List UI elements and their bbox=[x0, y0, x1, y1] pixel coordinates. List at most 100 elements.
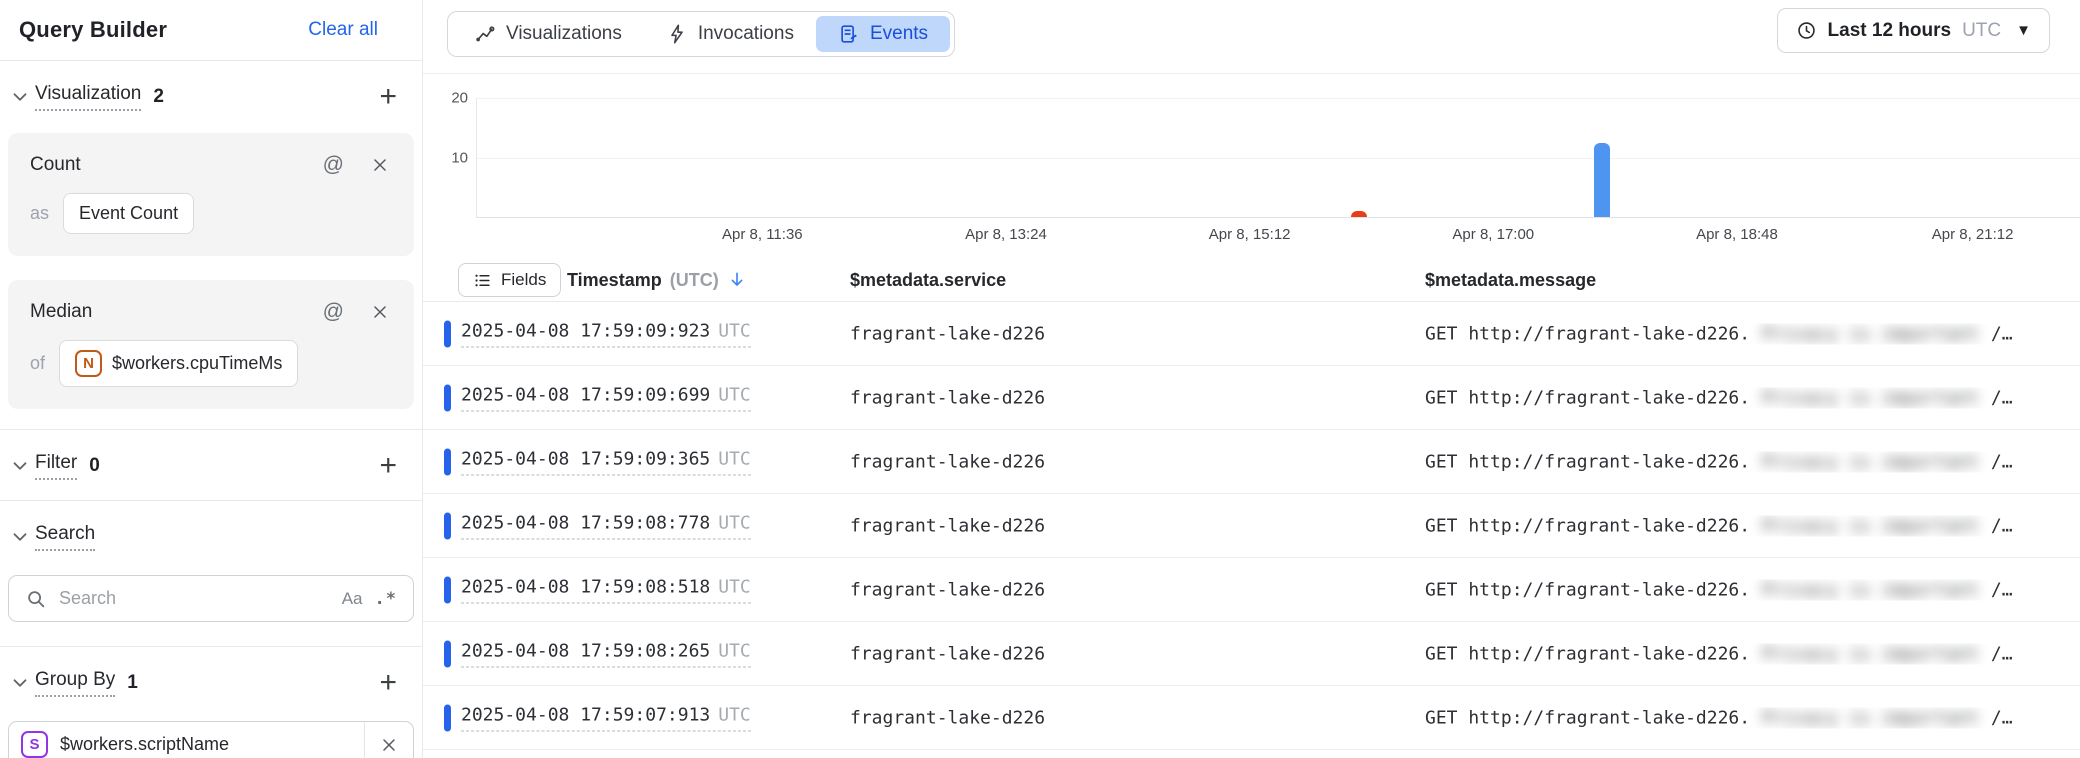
group-by-row: S $workers.scriptName bbox=[0, 721, 422, 758]
column-header-timestamp[interactable]: Timestamp (UTC) bbox=[567, 270, 747, 291]
gridline bbox=[477, 158, 2080, 159]
x-axis-tick: Apr 8, 21:12 bbox=[1932, 226, 2014, 243]
x-axis-tick: Apr 8, 15:12 bbox=[1209, 226, 1291, 243]
remove-visualization-icon[interactable] bbox=[370, 155, 390, 175]
tab-label: Invocations bbox=[698, 23, 794, 45]
timestamp-cell[interactable]: 2025-04-08 17:59:07:913UTC bbox=[461, 704, 751, 731]
alias-icon[interactable]: @ bbox=[323, 153, 344, 177]
match-case-icon[interactable]: Aa bbox=[342, 589, 363, 609]
regex-icon[interactable]: .* bbox=[375, 589, 397, 609]
message-cell: GET http://fragrant-lake-d226.Privacy is… bbox=[1425, 515, 2064, 536]
table-row[interactable]: 2025-04-08 17:59:09:365UTC fragrant-lake… bbox=[423, 430, 2080, 494]
message-cell: GET http://fragrant-lake-d226.Privacy is… bbox=[1425, 643, 2064, 664]
visualization-card-title: Median bbox=[30, 301, 92, 323]
row-marker bbox=[444, 448, 451, 475]
visualization-card-median: Median @ of N $workers.cpuTimeMs bbox=[8, 280, 414, 409]
filter-section-label[interactable]: Filter bbox=[35, 452, 77, 480]
redacted-text: Privacy is important bbox=[1762, 515, 1979, 536]
filter-count: 0 bbox=[89, 455, 100, 477]
search-input[interactable] bbox=[59, 588, 330, 609]
chevron-down-icon[interactable] bbox=[9, 86, 31, 108]
chevron-down-icon[interactable] bbox=[9, 455, 31, 477]
remove-group-by-button[interactable] bbox=[364, 722, 413, 758]
tab-invocations[interactable]: Invocations bbox=[644, 16, 816, 52]
field-value-box[interactable]: N $workers.cpuTimeMs bbox=[59, 340, 298, 387]
table-row[interactable]: 2025-04-08 17:59:08:265UTC fragrant-lake… bbox=[423, 622, 2080, 686]
visualization-count: 2 bbox=[153, 86, 164, 108]
caret-down-icon: ▼ bbox=[2016, 22, 2031, 39]
string-type-icon: S bbox=[21, 731, 48, 758]
number-type-icon: N bbox=[75, 350, 102, 377]
fields-button-label: Fields bbox=[501, 270, 546, 290]
redacted-text: Privacy is important bbox=[1762, 323, 1979, 344]
alias-value-box[interactable]: Event Count bbox=[63, 193, 194, 234]
redacted-text: Privacy is important bbox=[1762, 643, 1979, 664]
column-header-service[interactable]: $metadata.service bbox=[850, 270, 1006, 291]
alias-icon[interactable]: @ bbox=[323, 300, 344, 324]
row-marker bbox=[444, 512, 451, 539]
service-cell: fragrant-lake-d226 bbox=[850, 579, 1045, 600]
message-cell: GET http://fragrant-lake-d226.Privacy is… bbox=[1425, 579, 2064, 600]
timestamp-cell[interactable]: 2025-04-08 17:59:09:923UTC bbox=[461, 320, 751, 347]
visualization-section-label[interactable]: Visualization bbox=[35, 83, 141, 111]
tab-label: Visualizations bbox=[506, 23, 622, 45]
search-icon bbox=[25, 588, 47, 610]
error-events-bar[interactable] bbox=[1351, 211, 1367, 217]
message-cell: GET http://fragrant-lake-d226.Privacy is… bbox=[1425, 451, 2064, 472]
table-row[interactable]: 2025-04-08 17:59:09:923UTC fragrant-lake… bbox=[423, 302, 2080, 366]
service-cell: fragrant-lake-d226 bbox=[850, 323, 1045, 344]
observability-app: Query Builder Clear all Visualization 2 … bbox=[0, 0, 2080, 758]
group-by-chip[interactable]: S $workers.scriptName bbox=[8, 721, 414, 758]
events-histogram: 2010Apr 8, 11:36Apr 8, 13:24Apr 8, 15:12… bbox=[423, 74, 2080, 259]
time-range-value: Last 12 hours bbox=[1828, 20, 1952, 42]
redacted-text: Privacy is important bbox=[1762, 451, 1979, 472]
x-axis-tick: Apr 8, 17:00 bbox=[1452, 226, 1534, 243]
x-axis-tick: Apr 8, 13:24 bbox=[965, 226, 1047, 243]
tab-events[interactable]: Events bbox=[816, 16, 950, 52]
chart-plot[interactable]: 2010Apr 8, 11:36Apr 8, 13:24Apr 8, 15:12… bbox=[476, 98, 2080, 218]
table-row[interactable]: 2025-04-08 17:59:07:913UTC fragrant-lake… bbox=[423, 686, 2080, 750]
fields-button[interactable]: Fields bbox=[458, 263, 561, 297]
table-row[interactable]: 2025-04-08 17:59:09:699UTC fragrant-lake… bbox=[423, 366, 2080, 430]
ok-events-bar[interactable] bbox=[1594, 143, 1610, 217]
timestamp-cell[interactable]: 2025-04-08 17:59:09:365UTC bbox=[461, 448, 751, 475]
group-by-section-label[interactable]: Group By bbox=[35, 669, 115, 697]
tab-visualizations[interactable]: Visualizations bbox=[452, 16, 644, 52]
table-row[interactable]: 2025-04-08 17:59:08:778UTC fragrant-lake… bbox=[423, 494, 2080, 558]
results-panel: Visualizations Invocations Events Last 1… bbox=[423, 0, 2080, 758]
service-cell: fragrant-lake-d226 bbox=[850, 515, 1045, 536]
message-cell: GET http://fragrant-lake-d226.Privacy is… bbox=[1425, 707, 2064, 728]
search-box: Aa .* bbox=[8, 575, 414, 622]
time-range-dropdown[interactable]: Last 12 hours UTC ▼ bbox=[1777, 8, 2050, 53]
timestamp-cell[interactable]: 2025-04-08 17:59:08:518UTC bbox=[461, 576, 751, 603]
timestamp-cell[interactable]: 2025-04-08 17:59:08:265UTC bbox=[461, 640, 751, 667]
service-cell: fragrant-lake-d226 bbox=[850, 387, 1045, 408]
search-section-label[interactable]: Search bbox=[35, 523, 95, 551]
search-section-header: Search bbox=[0, 501, 422, 559]
page-title: Query Builder bbox=[19, 17, 167, 43]
remove-visualization-icon[interactable] bbox=[370, 302, 390, 322]
chevron-down-icon[interactable] bbox=[9, 526, 31, 548]
group-by-count: 1 bbox=[127, 672, 138, 694]
y-axis-tick: 10 bbox=[424, 149, 468, 166]
filter-section-header: Filter 0 + bbox=[0, 430, 422, 501]
tab-label: Events bbox=[870, 23, 928, 45]
sidebar-header: Query Builder Clear all bbox=[0, 0, 422, 61]
row-marker bbox=[444, 384, 451, 411]
chevron-down-icon[interactable] bbox=[9, 672, 31, 694]
table-row[interactable]: 2025-04-08 17:59:08:518UTC fragrant-lake… bbox=[423, 558, 2080, 622]
timestamp-cell[interactable]: 2025-04-08 17:59:08:778UTC bbox=[461, 512, 751, 539]
group-by-field: $workers.scriptName bbox=[60, 734, 229, 755]
service-cell: fragrant-lake-d226 bbox=[850, 707, 1045, 728]
add-filter-button[interactable]: + bbox=[379, 455, 397, 477]
card-prefix-label: as bbox=[30, 203, 49, 224]
timestamp-cell[interactable]: 2025-04-08 17:59:09:699UTC bbox=[461, 384, 751, 411]
clear-all-button[interactable]: Clear all bbox=[308, 19, 378, 41]
add-group-by-button[interactable]: + bbox=[379, 672, 397, 694]
row-marker bbox=[444, 704, 451, 731]
add-visualization-button[interactable]: + bbox=[379, 86, 397, 108]
sort-desc-icon[interactable] bbox=[727, 270, 747, 290]
card-prefix-label: of bbox=[30, 353, 45, 374]
query-builder-sidebar: Query Builder Clear all Visualization 2 … bbox=[0, 0, 423, 758]
column-header-message[interactable]: $metadata.message bbox=[1425, 270, 1596, 291]
